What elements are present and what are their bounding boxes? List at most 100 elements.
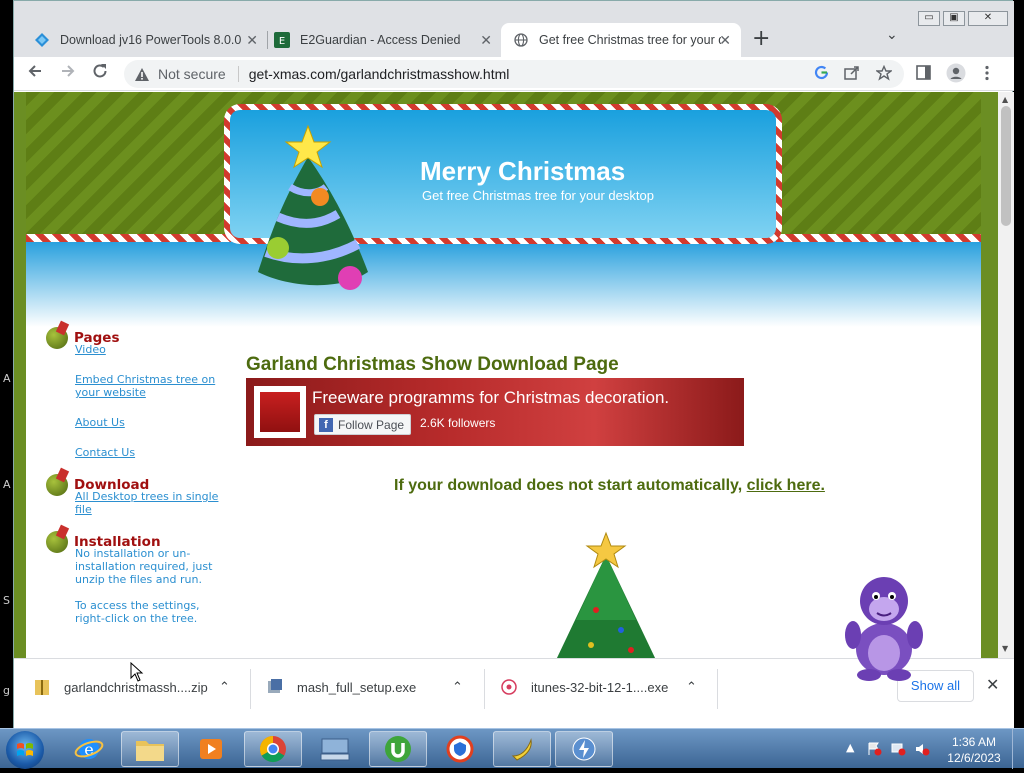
keyboard-icon [320,738,350,761]
download-filename: mash_full_setup.exe [297,679,417,695]
vpn-shield-icon [446,735,474,763]
forward-arrow-icon[interactable] [59,62,77,85]
google-translate-icon[interactable] [814,65,829,84]
nav-link-about[interactable]: About Us [75,416,236,429]
bookmark-star-icon[interactable] [874,64,894,85]
action-center-flag-icon[interactable] [866,742,882,756]
sky-gradient [26,237,981,327]
internet-explorer-icon: e [74,739,104,759]
nav-link-contact[interactable]: Contact Us [75,446,236,459]
scroll-up-arrow-icon[interactable]: ▲ [1002,95,1008,104]
desktop-left-edge: A A S g [0,0,14,728]
chevron-up-icon[interactable]: ⌃ [686,659,697,715]
follow-label: Follow Page [338,417,405,432]
taskbar-setup[interactable] [555,731,613,767]
christmas-tree-logo [258,124,368,290]
browser-toolbar: Not secure get-xmas.com/garlandchristmas… [14,57,1014,91]
clock-date: 12/6/2023 [947,751,1001,765]
download-separator [250,669,251,709]
profile-avatar-icon[interactable] [946,63,966,87]
facebook-icon: f [319,417,333,432]
download-item[interactable]: mash_full_setup.exe [267,659,416,715]
banner-subtitle: Get free Christmas tree for your desktop [422,188,654,203]
omnibox-divider [237,66,239,82]
download-message-text: If your download does not start automati… [394,477,743,494]
follow-page-button[interactable]: f Follow Page [314,414,412,435]
ornament-bullet-icon [46,474,68,496]
tab-close-icon[interactable]: ✕ [480,32,492,49]
tab-title: Download jv16 PowerTools 8.0.0 [60,33,242,47]
banana-icon [511,738,532,761]
zip-file-icon [35,680,49,695]
tab-close-icon[interactable]: ✕ [246,32,258,49]
close-downloads-icon[interactable]: ✕ [986,675,999,694]
show-hidden-icons-arrow-icon[interactable]: ▲ [846,741,854,754]
not-secure-label: Not secure [158,66,226,82]
download-separator [717,669,718,709]
scrollbar-thumb[interactable] [1001,106,1011,226]
nav-link-embed[interactable]: Embed Christmas tree on your website [75,373,225,399]
windows-taskbar: e ▲ 1:36 AM 12/6/2023 [0,728,1024,769]
ornament-bullet-icon [46,327,68,349]
menu-kebab-icon[interactable] [984,65,990,85]
show-desktop-button[interactable] [1012,729,1024,769]
taskbar-bonzibuddy[interactable] [493,731,551,767]
candy-stripe-left [26,234,231,242]
network-icon[interactable] [890,742,906,756]
back-arrow-icon[interactable] [26,62,44,85]
reload-icon[interactable] [91,62,109,85]
close-window-button[interactable]: ✕ [968,11,1008,26]
start-button[interactable] [6,731,44,769]
taskbar-keyboard-app[interactable] [306,731,364,767]
minimize-button[interactable]: ▭ [918,11,940,26]
click-here-link[interactable]: click here. [747,477,825,494]
download-item[interactable]: itunes-32-bit-12-1....exe [501,659,668,715]
desktop-icon-label: S [3,594,10,607]
desktop-icon-label: A [3,478,11,491]
address-bar[interactable]: Not secure get-xmas.com/garlandchristmas… [124,60,904,88]
tab-search-chevron-icon[interactable]: ⌄ [886,27,898,43]
facebook-banner[interactable]: Freeware programms for Christmas decorat… [246,378,744,446]
facebook-headline: Freeware programms for Christmas decorat… [312,388,670,407]
settings-info-text: To access the settings, right-click on t… [75,599,200,625]
taskbar-utorrent[interactable] [369,731,427,767]
scroll-down-arrow-icon[interactable]: ▼ [1002,644,1008,653]
system-clock[interactable]: 1:36 AM 12/6/2023 [944,734,1004,766]
download-message: If your download does not start automati… [394,477,825,495]
chevron-up-icon[interactable]: ⌃ [452,659,463,715]
taskbar-vpn[interactable] [431,731,489,767]
bonzibuddy-character[interactable] [843,571,925,683]
taskbar-media-player[interactable] [182,731,240,767]
vertical-scrollbar[interactable]: ▲ ▼ [998,92,1014,658]
taskbar-chrome[interactable] [244,731,302,767]
tab-strip: Download jv16 PowerTools 8.0.0 ✕ E E2Gua… [14,1,1014,57]
tab-title: Get free Christmas tree for your d [539,33,721,47]
download-filename: itunes-32-bit-12-1....exe [531,679,669,695]
page-content: Merry Christmas Get free Christmas tree … [26,92,981,658]
side-panel-icon[interactable] [916,65,931,84]
installer-shield-icon [572,737,596,761]
windows-logo-icon [17,743,33,756]
tab-close-icon[interactable]: ✕ [719,32,731,49]
jv16-favicon-icon [34,32,50,48]
taskbar-explorer[interactable] [121,731,179,767]
download-separator [484,669,485,709]
download-item[interactable]: garlandchristmassh....zip [34,659,208,715]
maximize-button[interactable]: ▣ [943,11,965,26]
new-tab-button[interactable]: + [752,26,770,51]
nav-link-all-trees[interactable]: All Desktop trees in single file [75,490,225,516]
share-icon[interactable] [844,65,860,84]
chevron-up-icon[interactable]: ⌃ [219,659,230,715]
media-player-icon [200,739,222,759]
itunes-icon [501,679,517,695]
volume-muted-icon[interactable] [914,742,930,756]
globe-icon [513,32,529,48]
svg-text:E: E [279,36,285,47]
folder-icon [136,741,164,761]
taskbar-ie[interactable]: e [60,731,118,767]
tab-christmas[interactable]: Get free Christmas tree for your d ✕ [501,23,741,57]
tab-jv16[interactable]: Download jv16 PowerTools 8.0.0 ✕ [22,23,268,57]
nav-link-video[interactable]: Video [75,343,236,356]
facebook-page-logo [254,386,306,438]
tab-e2guardian[interactable]: E E2Guardian - Access Denied ✕ [262,23,502,57]
